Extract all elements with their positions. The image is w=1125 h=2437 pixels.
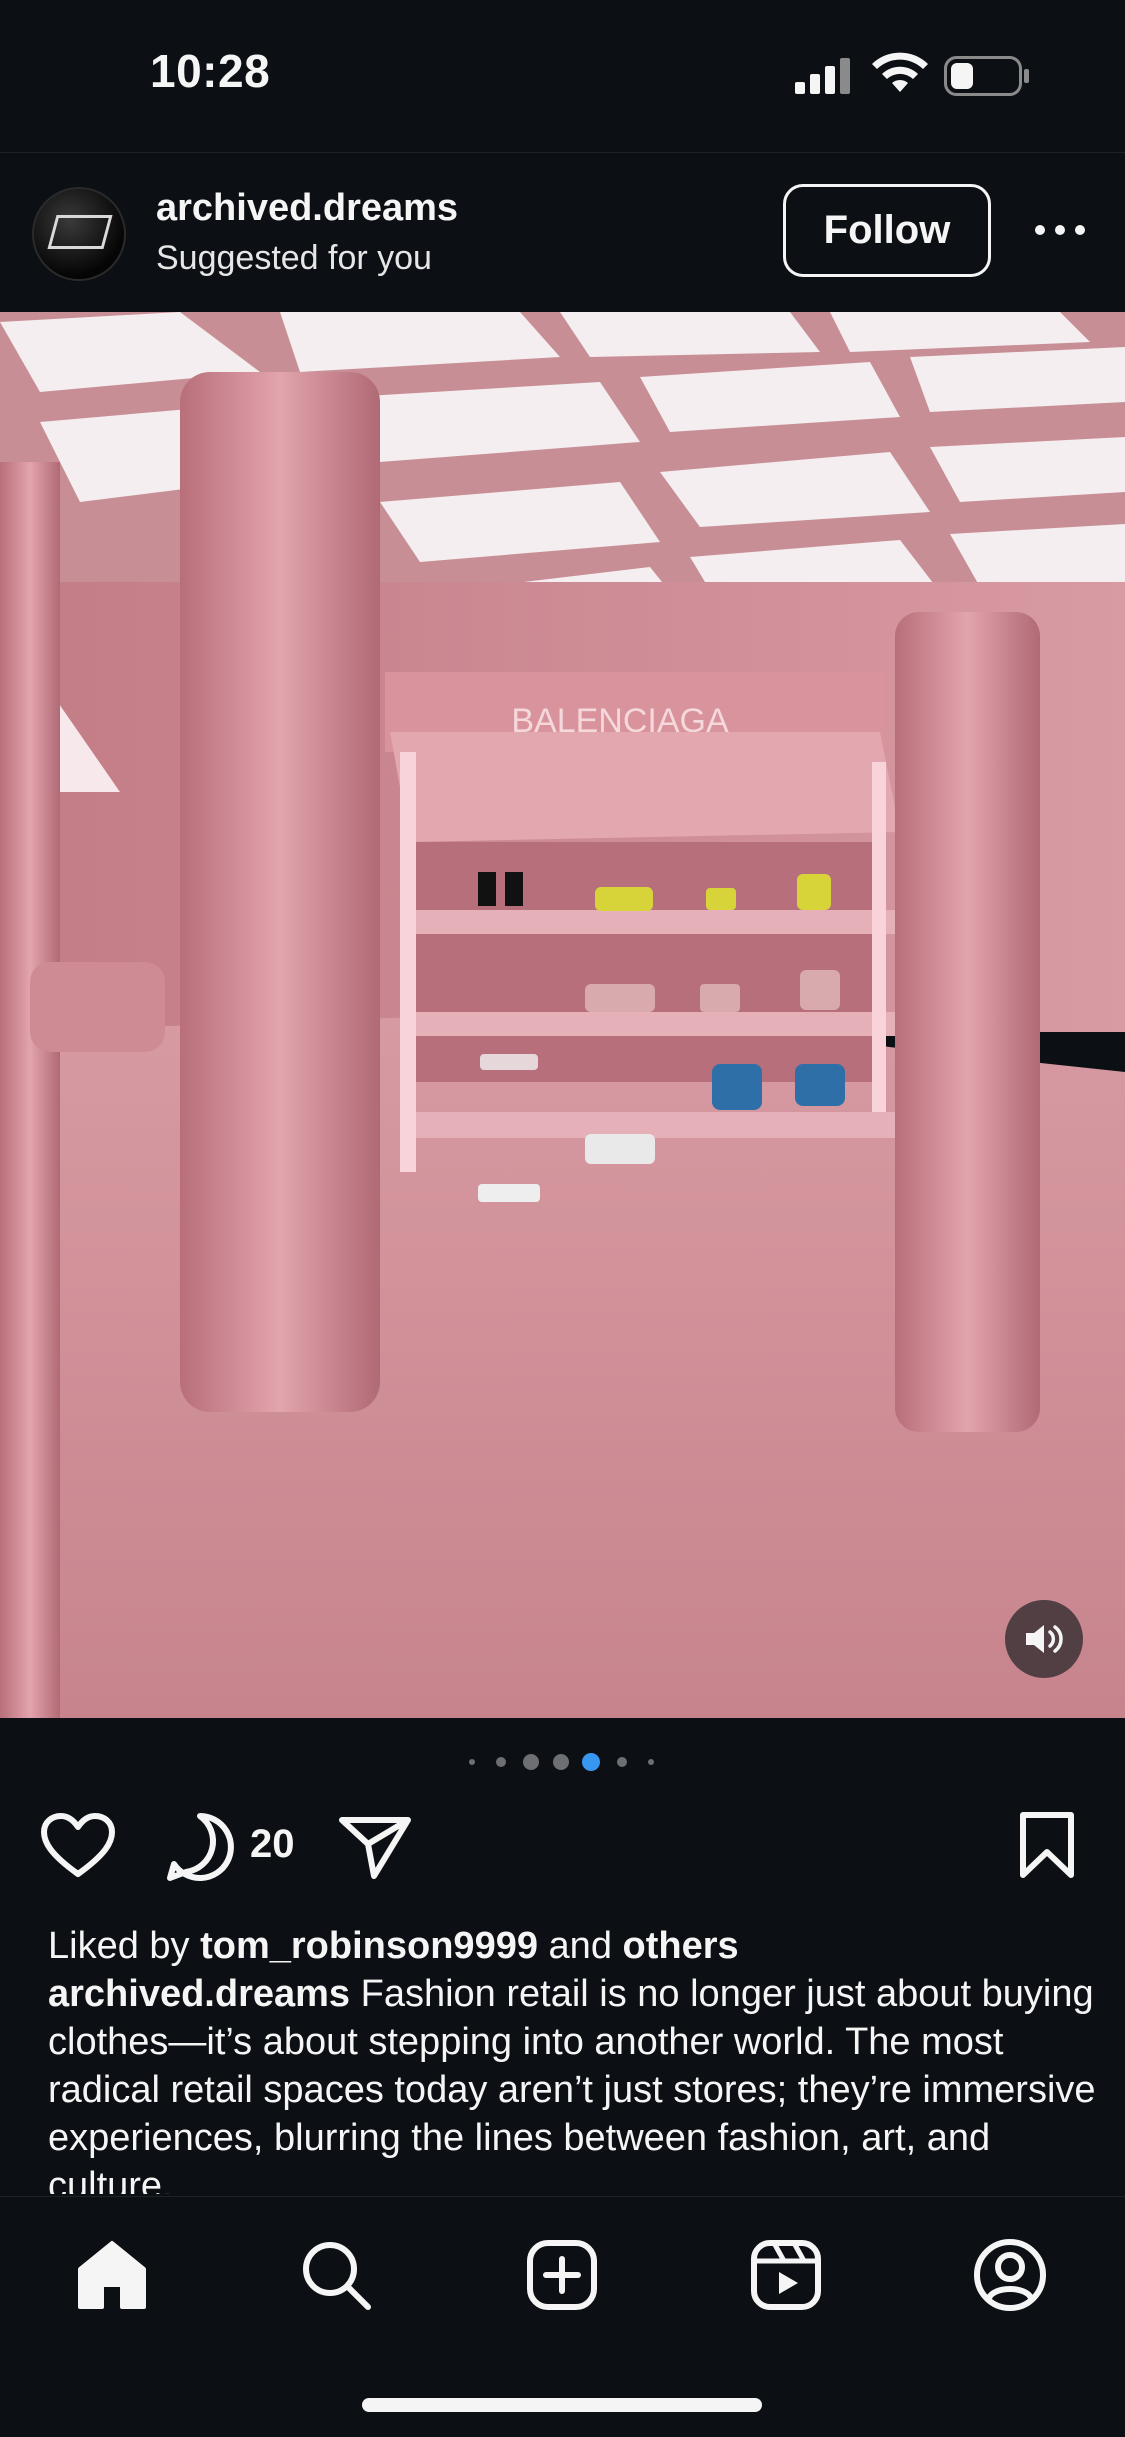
comment-count: 20	[250, 1822, 295, 1866]
wifi-icon	[872, 52, 928, 92]
mute-button[interactable]	[1005, 1600, 1083, 1678]
likes-prefix: Liked by	[48, 1925, 190, 1967]
share-send-icon[interactable]	[338, 1814, 412, 1880]
save-bookmark-icon[interactable]	[1018, 1810, 1076, 1880]
status-time: 10:28	[150, 45, 271, 97]
post-username[interactable]: archived.dreams	[156, 187, 458, 230]
avatar[interactable]	[32, 187, 126, 281]
post-actions: 20	[0, 1800, 1125, 1890]
status-bar: 10:28	[0, 0, 1125, 152]
cellular-signal-icon	[795, 58, 850, 94]
battery-icon	[944, 56, 1029, 96]
likes-joiner: and	[548, 1925, 612, 1967]
home-icon[interactable]	[72, 2235, 152, 2315]
reels-icon[interactable]	[746, 2235, 826, 2315]
carousel-indicator	[0, 1752, 1125, 1772]
post-image[interactable]: BALENCIAGA	[0, 312, 1125, 1718]
create-post-icon[interactable]	[522, 2235, 602, 2315]
liked-by-user[interactable]: tom_robinson9999	[200, 1925, 538, 1967]
like-heart-icon[interactable]	[40, 1812, 116, 1880]
speaker-icon	[1026, 1625, 1063, 1653]
post-subtitle: Suggested for you	[156, 239, 432, 277]
post-caption[interactable]: archived.dreams Fashion retail is no lon…	[48, 1970, 1098, 2194]
carousel-dot	[648, 1759, 654, 1765]
carousel-dot-active	[582, 1753, 600, 1771]
search-icon[interactable]	[296, 2235, 376, 2315]
comment-icon[interactable]	[164, 1812, 236, 1882]
home-indicator	[362, 2398, 762, 2412]
carousel-dot	[523, 1754, 539, 1770]
post-header: archived.dreams Suggested for you Follow	[0, 152, 1125, 313]
more-options-icon[interactable]	[1030, 210, 1090, 250]
caption-author[interactable]: archived.dreams	[48, 1973, 350, 2015]
carousel-dot	[553, 1754, 569, 1770]
fur-store-illustration: BALENCIAGA	[0, 312, 1125, 1718]
carousel-dot	[617, 1757, 627, 1767]
carousel-dot	[496, 1757, 506, 1767]
liked-by-others[interactable]: others	[623, 1925, 739, 1967]
follow-button[interactable]: Follow	[783, 184, 991, 277]
carousel-dot	[469, 1759, 475, 1765]
profile-icon[interactable]	[970, 2235, 1050, 2315]
likes-line: Liked by tom_robinson9999 and others	[48, 1922, 1088, 1970]
